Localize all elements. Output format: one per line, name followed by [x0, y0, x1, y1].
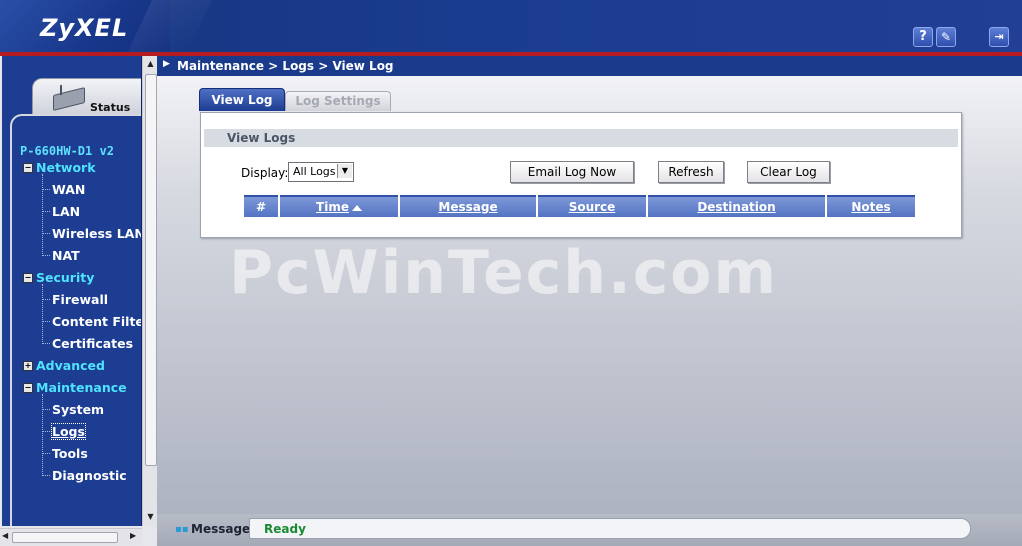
sidebar: Status P-660HW-D1 v2 − Network WAN LAN W…: [0, 56, 158, 546]
scroll-left-icon[interactable]: ◀: [2, 531, 8, 540]
column-header-destination[interactable]: Destination: [648, 195, 825, 217]
scroll-down-icon[interactable]: ▼: [145, 512, 156, 523]
sidebar-nav-panel: Status P-660HW-D1 v2 − Network WAN LAN W…: [2, 56, 142, 526]
breadcrumb-bar: ▶ Maintenance > Logs > View Log: [157, 56, 1022, 76]
message-label: Message: [191, 522, 251, 536]
column-header-notes[interactable]: Notes: [827, 195, 915, 217]
main-content: ▶ Maintenance > Logs > View Log View Log…: [157, 56, 1022, 514]
breadcrumb: Maintenance > Logs > View Log: [177, 59, 394, 73]
log-table: # Time Message Source Destination Notes: [242, 195, 917, 217]
model-name: P-660HW-D1 v2: [20, 144, 114, 158]
collapse-icon[interactable]: −: [23, 383, 33, 393]
column-header-source[interactable]: Source: [538, 195, 646, 217]
message-icon: ▪▪: [175, 524, 189, 535]
scroll-up-icon[interactable]: ▲: [145, 59, 156, 70]
dropdown-arrow-icon[interactable]: ▼: [337, 164, 352, 178]
logout-icon[interactable]: ⇥: [989, 27, 1009, 47]
collapse-icon[interactable]: −: [23, 273, 33, 283]
expand-icon[interactable]: +: [23, 361, 33, 371]
zyxel-logo: ZyXEL: [40, 14, 129, 42]
view-logs-panel: View Logs Display: All Logs ▼ Email Log …: [200, 112, 962, 238]
sidebar-category-security[interactable]: Security: [36, 270, 94, 285]
tree-branch: [42, 233, 50, 234]
sidebar-category-advanced[interactable]: Advanced: [36, 358, 105, 373]
sidebar-horizontal-scrollbar[interactable]: ◀ ▶: [0, 528, 142, 545]
panel-header: View Logs: [204, 129, 958, 147]
tab-log-settings[interactable]: Log Settings: [285, 91, 391, 111]
tree-branch: [42, 431, 50, 432]
tree-branch: [42, 453, 50, 454]
tree-line: [42, 174, 43, 256]
sidebar-item-wan[interactable]: WAN: [52, 182, 85, 197]
sidebar-vertical-scrollbar[interactable]: ▲ ▼: [142, 56, 158, 526]
sidebar-item-content-filter[interactable]: Content Filter: [52, 314, 141, 329]
display-select-value: All Logs: [293, 165, 336, 178]
wizard-icon[interactable]: ✎: [936, 27, 956, 47]
tree-line: [42, 284, 43, 344]
message-box: Ready: [249, 518, 971, 539]
tree-branch: [42, 211, 50, 212]
sidebar-item-nat[interactable]: NAT: [52, 248, 80, 263]
tree-branch: [42, 343, 50, 344]
tree-branch: [42, 321, 50, 322]
scroll-thumb[interactable]: [12, 532, 118, 543]
sidebar-category-maintenance[interactable]: Maintenance: [36, 380, 127, 395]
breadcrumb-arrow-icon: ▶: [163, 59, 170, 69]
tree-branch: [42, 299, 50, 300]
panel-title: View Logs: [227, 131, 296, 145]
refresh-button[interactable]: Refresh: [658, 161, 724, 183]
tree-line: [42, 394, 43, 476]
sidebar-item-logs[interactable]: Logs: [51, 423, 86, 440]
sidebar-item-firewall[interactable]: Firewall: [52, 292, 108, 307]
clear-log-button[interactable]: Clear Log: [747, 161, 830, 183]
collapse-icon[interactable]: −: [23, 163, 33, 173]
sidebar-item-diagnostic[interactable]: Diagnostic: [52, 468, 127, 483]
column-header-number: #: [244, 195, 278, 217]
sidebar-item-wireless-lan[interactable]: Wireless LAN: [52, 226, 141, 241]
display-select[interactable]: All Logs ▼: [288, 162, 354, 182]
status-message: Ready: [264, 522, 306, 536]
status-label: Status: [90, 101, 131, 114]
sort-ascending-icon: [351, 204, 362, 211]
display-label: Display:: [241, 166, 289, 180]
header-bar: ZyXEL ? ✎ ⇥: [0, 0, 1022, 52]
tree-branch: [42, 255, 50, 256]
column-header-time[interactable]: Time: [280, 195, 398, 217]
scroll-right-icon[interactable]: ▶: [130, 531, 136, 540]
router-icon: [53, 87, 85, 111]
tree-branch: [42, 475, 50, 476]
tree-branch: [42, 409, 50, 410]
status-bar: ▪▪ Message Ready: [157, 514, 1022, 546]
sidebar-item-tools[interactable]: Tools: [52, 446, 88, 461]
sidebar-item-lan[interactable]: LAN: [52, 204, 80, 219]
sidebar-category-network[interactable]: Network: [36, 160, 96, 175]
scroll-thumb[interactable]: [145, 74, 157, 466]
column-header-message[interactable]: Message: [400, 195, 536, 217]
sidebar-item-certificates[interactable]: Certificates: [52, 336, 133, 351]
tree-branch: [42, 189, 50, 190]
help-icon[interactable]: ?: [913, 27, 933, 47]
watermark: PcWinTech.com: [229, 238, 779, 308]
email-log-now-button[interactable]: Email Log Now: [510, 161, 634, 183]
sidebar-item-system[interactable]: System: [52, 402, 104, 417]
table-header-row: # Time Message Source Destination Notes: [244, 195, 915, 217]
tab-view-log[interactable]: View Log: [199, 88, 285, 111]
